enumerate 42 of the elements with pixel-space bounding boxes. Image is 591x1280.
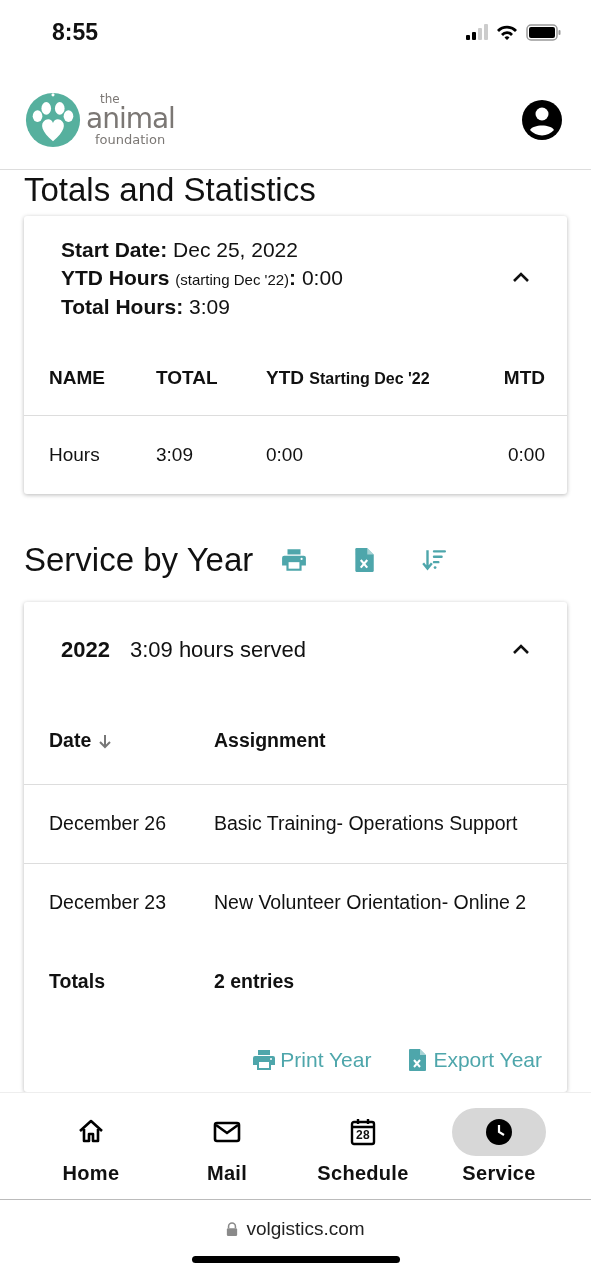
wifi-icon [496,24,518,40]
table-cell-text: 0:00 [266,443,304,466]
column-header: NAME [49,366,106,389]
logo-text: foundation [94,133,167,146]
signal-icon [466,24,488,40]
logo-text: animal [86,105,175,133]
status-time: 8:55 [52,18,99,46]
column-header: MTD [503,366,545,389]
nav-tab[interactable]: 28 Schedule [295,1093,431,1185]
nav-tab[interactable]: Service [431,1093,567,1185]
clock-icon [485,1118,513,1146]
column-header: Assignment [214,729,327,752]
table-cell-text: December 26 [49,812,168,835]
totals-label: Totals [49,970,106,993]
url-text[interactable]: volgistics.com [246,1218,365,1240]
print-icon[interactable] [281,546,308,573]
column-header[interactable]: Date [49,729,92,752]
section-title: Service by Year [24,539,254,580]
print-icon [252,1047,277,1072]
year-label: 2022 [61,636,110,663]
section-title: Totals and Statistics [24,170,317,210]
nav-tab[interactable]: Home [23,1093,159,1185]
paw-heart-logo-icon [24,90,82,149]
table-cell: 0:00 [508,443,545,466]
column-header: YTD Starting Dec '22 [266,366,431,389]
table-cell-text: 3:09 [156,443,194,466]
summary-line: Total Hours: 3:09 [61,294,231,320]
logo-text: the [99,93,121,105]
summary-line: Start Date: Dec 25, 2022 [61,237,299,263]
table-cell-text: New Volunteer Orientation- Online 2 [214,891,528,914]
summary-line: YTD Hours (starting Dec '22): 0:00 [61,264,343,291]
totals-value: 2 entries [214,970,296,993]
battery-icon [526,23,561,41]
hours-served: 3:09 hours served [129,636,308,663]
account-icon[interactable] [521,98,563,141]
table-cell-text: Basic Training- Operations Support [214,812,519,835]
table-cell-text: December 23 [49,891,168,914]
sort-arrow-icon[interactable] [97,732,114,749]
nav-tab[interactable]: Mail [159,1093,295,1185]
table-cell-text: Hours [49,443,101,466]
calendar-icon: 28 [349,1118,377,1146]
column-header: TOTAL [156,366,219,389]
